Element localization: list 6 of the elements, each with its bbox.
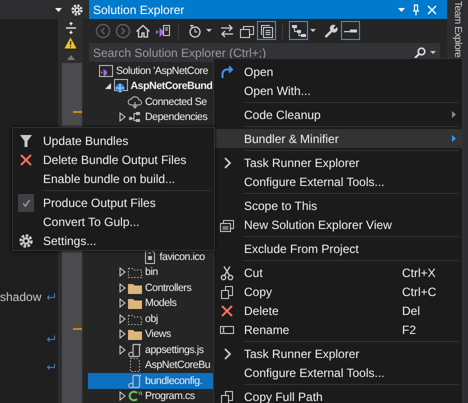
panel-title: Solution Explorer <box>93 2 184 16</box>
shortcut-text: Ctrl+C <box>402 284 436 298</box>
code-text: shadow <box>0 290 42 304</box>
shortcut-text: F2 <box>402 322 416 336</box>
shortcut-text: Del <box>402 304 420 318</box>
shortcut-text: Ctrl+X <box>402 266 436 280</box>
